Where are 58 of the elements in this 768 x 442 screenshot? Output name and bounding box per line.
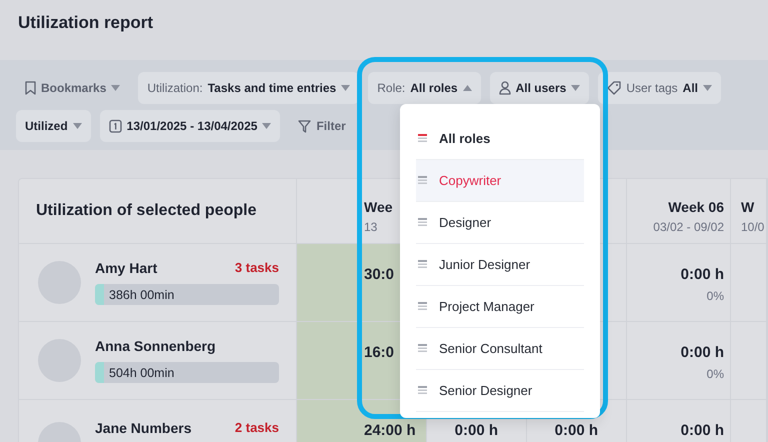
list-icon bbox=[418, 218, 427, 227]
hours-value: 24:00 h bbox=[364, 422, 416, 439]
caret-icon bbox=[341, 85, 350, 91]
list-icon bbox=[418, 134, 427, 143]
hours-value: 0:00 h bbox=[680, 344, 724, 361]
table-title: Utilization of selected people bbox=[35, 202, 256, 220]
hours-value: 0:00 h bbox=[554, 422, 598, 439]
caret-icon bbox=[462, 85, 472, 91]
role-option[interactable]: Project Manager bbox=[416, 286, 584, 328]
filter-dropdown[interactable]: Utilization: Tasks and time entries bbox=[138, 72, 360, 104]
hours-value: 0:00 h bbox=[680, 266, 724, 283]
person-name: Anna Sonnenberg bbox=[95, 338, 216, 354]
week-label: Week 06 bbox=[668, 199, 724, 215]
tag-icon bbox=[607, 81, 622, 95]
week-range: 13 bbox=[364, 220, 378, 234]
list-icon bbox=[418, 176, 427, 185]
hours-value: 16:0 bbox=[364, 344, 394, 361]
total-hours: 504h 00min bbox=[108, 366, 174, 380]
list-icon bbox=[418, 260, 427, 269]
funnel-icon bbox=[298, 120, 312, 132]
bookmark-icon bbox=[25, 81, 36, 95]
week-label: W bbox=[741, 199, 754, 215]
list-icon bbox=[418, 386, 427, 395]
caret-icon bbox=[72, 123, 82, 129]
role-option[interactable]: Junior Designer bbox=[416, 244, 584, 286]
user-icon bbox=[498, 81, 511, 95]
page-title: Utilization report bbox=[18, 13, 154, 33]
list-icon bbox=[418, 302, 427, 311]
filter-dropdown[interactable]: All users bbox=[490, 72, 590, 104]
week-label: Wee bbox=[364, 199, 393, 215]
role-option[interactable]: Copywriter bbox=[416, 160, 584, 202]
hours-value: 30:0 bbox=[364, 266, 394, 283]
caret-icon bbox=[262, 123, 272, 129]
filter-dropdown[interactable]: User tags All bbox=[598, 72, 722, 104]
caret-icon bbox=[571, 85, 580, 91]
percent-value: 0% bbox=[706, 367, 724, 381]
person-name: Jane Numbers bbox=[95, 420, 192, 436]
hours-value: 0:00 h bbox=[454, 422, 498, 439]
calendar-icon bbox=[108, 119, 122, 133]
role-option[interactable]: Designer bbox=[416, 202, 584, 244]
task-count: 2 tasks bbox=[234, 420, 279, 436]
filter-dropdown[interactable]: Utilized bbox=[16, 110, 91, 142]
list-icon bbox=[418, 344, 427, 353]
hours-value: 0:00 h bbox=[680, 422, 724, 439]
person-name: Amy Hart bbox=[95, 260, 158, 276]
role-option[interactable]: Senior Consultant bbox=[416, 328, 584, 370]
percent-value: 0% bbox=[706, 289, 724, 303]
caret-icon bbox=[703, 85, 712, 91]
task-count: 3 tasks bbox=[234, 260, 279, 276]
filter-dropdown[interactable]: 13/01/2025 - 13/04/2025 bbox=[100, 110, 280, 142]
bookmarks-menu[interactable]: Bookmarks bbox=[16, 72, 130, 104]
filter-button[interactable]: Filter bbox=[289, 110, 355, 142]
filter-dropdown[interactable]: Role: All roles bbox=[368, 72, 481, 104]
role-option[interactable]: Senior Designer bbox=[416, 370, 584, 412]
week-range: 03/02 - 09/02 bbox=[653, 220, 724, 234]
week-range: 10/0 bbox=[741, 220, 764, 234]
caret-icon bbox=[111, 85, 120, 91]
total-hours: 386h 00min bbox=[108, 288, 174, 302]
